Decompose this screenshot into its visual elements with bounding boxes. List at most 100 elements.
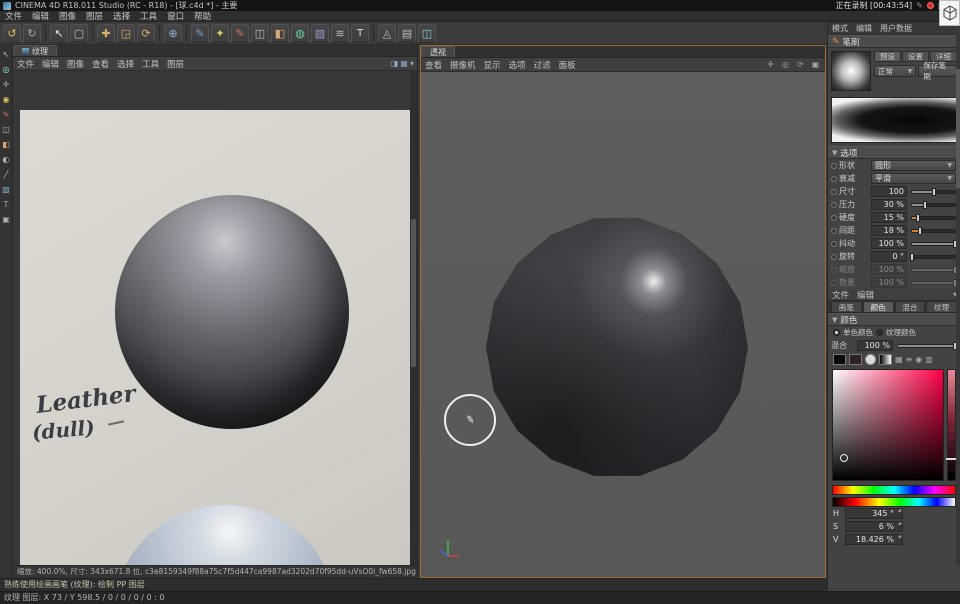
redo-icon[interactable] <box>23 24 41 43</box>
color-menu-edit[interactable]: 编辑 <box>853 289 878 301</box>
saturation-value-stepper[interactable]: 6 % <box>845 521 903 532</box>
vp-menu-display[interactable]: 显示 <box>480 59 505 71</box>
vp-menu-view[interactable]: 查看 <box>421 59 446 71</box>
tab-brush[interactable]: 画笔 <box>831 301 862 312</box>
pressure-value[interactable]: 30 % <box>871 199 907 210</box>
tex-menu-image[interactable]: 图像 <box>63 58 88 70</box>
tab-perspective[interactable]: 透视 <box>421 46 455 57</box>
hue-value-stepper[interactable]: 345 ° <box>845 508 903 519</box>
color-menu-file[interactable]: 文件 <box>828 289 853 301</box>
record-icon[interactable] <box>927 2 934 9</box>
keyframe-dot-icon[interactable] <box>831 215 837 221</box>
menu-window[interactable]: 窗口 <box>162 10 189 22</box>
rail-zoom-icon[interactable] <box>0 62 12 77</box>
rotation-slider[interactable] <box>911 255 956 259</box>
tex-grid-icon[interactable]: ▦ <box>400 59 408 68</box>
rail-fill-icon[interactable] <box>0 182 12 197</box>
keyframe-dot-icon[interactable] <box>831 254 837 260</box>
coordinate-system-icon[interactable] <box>164 24 182 43</box>
rail-eraser-icon[interactable] <box>0 137 12 152</box>
blend-mode-dropdown[interactable]: 正常 ▼ <box>874 65 916 77</box>
texture-vertical-scrollbar[interactable] <box>410 71 417 565</box>
menu-image[interactable]: 图像 <box>54 10 81 22</box>
tab-color[interactable]: 颜色 <box>863 301 894 312</box>
tab-texture-color[interactable]: 纹理 <box>926 301 957 312</box>
tab-mode[interactable]: 模式 <box>828 23 852 34</box>
rotate-tool-icon[interactable] <box>137 24 155 43</box>
menu-tools[interactable]: 工具 <box>135 10 162 22</box>
picker-cursor[interactable] <box>840 454 848 462</box>
picker-view-icon[interactable]: ◉ <box>915 355 922 364</box>
viewport-canvas[interactable] <box>421 72 825 577</box>
color-section-header[interactable]: ▼ 颜色 <box>828 313 960 326</box>
rail-pan-icon[interactable] <box>0 77 12 92</box>
falloff-dropdown[interactable]: 平滑▼ <box>871 173 956 184</box>
options-section-header[interactable]: ▼ 选项 <box>828 146 960 159</box>
tex-menu-select[interactable]: 选择 <box>113 58 138 70</box>
gradient-swatch-icon[interactable] <box>879 354 892 365</box>
brush-section-header[interactable]: ✎ 笔刷 <box>828 35 960 48</box>
tex-menu-edit[interactable]: 编辑 <box>38 58 63 70</box>
menu-select[interactable]: 选择 <box>108 10 135 22</box>
spacing-slider[interactable] <box>911 229 956 233</box>
menu-edit[interactable]: 编辑 <box>27 10 54 22</box>
vp-menu-filter[interactable]: 过滤 <box>530 59 555 71</box>
mirror-tool-icon[interactable] <box>418 24 436 43</box>
color-wheel-icon[interactable] <box>865 354 876 365</box>
sphere-3d-object[interactable] <box>486 216 748 478</box>
reference-image[interactable]: Leather (dull) <box>20 110 411 565</box>
layers-icon[interactable] <box>398 24 416 43</box>
tab-edit[interactable]: 编辑 <box>852 23 876 34</box>
live-selection-icon[interactable] <box>50 24 68 43</box>
vp-menu-cameras[interactable]: 摄像机 <box>446 59 480 71</box>
subtab-presets[interactable]: 预设 <box>874 51 901 62</box>
value-slider-bar[interactable] <box>947 369 956 481</box>
menu-layer[interactable]: 图层 <box>81 10 108 22</box>
viewport-zoom-icon[interactable] <box>779 60 792 69</box>
viewport-maximize-icon[interactable] <box>809 60 822 69</box>
keyframe-dot-icon[interactable] <box>831 202 837 208</box>
hardness-value[interactable]: 15 % <box>871 212 907 223</box>
clone-stamp-icon[interactable] <box>251 24 269 43</box>
attributes-scrollbar[interactable] <box>956 26 960 566</box>
save-brush-button[interactable]: 保存笔刷 <box>918 65 957 77</box>
jitter-value[interactable]: 100 % <box>871 238 907 249</box>
rail-color-picker-icon[interactable] <box>0 92 12 107</box>
tex-lock-icon[interactable]: ◨ <box>391 59 399 68</box>
move-tool-icon[interactable] <box>97 24 115 43</box>
foreground-color-swatch[interactable] <box>833 354 846 365</box>
rail-dodge-icon[interactable] <box>0 152 12 167</box>
grid-view-icon[interactable]: ▦ <box>895 355 903 364</box>
value-value-stepper[interactable]: 18.426 % <box>845 534 903 545</box>
saturation-value-picker[interactable] <box>832 369 944 481</box>
shape-dropdown[interactable]: 圆形▼ <box>871 160 956 171</box>
rect-selection-icon[interactable] <box>70 24 88 43</box>
spacing-value[interactable]: 18 % <box>871 225 907 236</box>
tex-menu-tools[interactable]: 工具 <box>138 58 163 70</box>
screen-pick-icon[interactable]: ▥ <box>925 355 933 364</box>
rail-select-icon[interactable] <box>0 47 12 62</box>
tex-menu-layer[interactable]: 图层 <box>163 58 188 70</box>
vp-menu-panel[interactable]: 面板 <box>555 59 580 71</box>
magic-wand-icon[interactable] <box>211 24 229 43</box>
rail-clone-icon[interactable] <box>0 122 12 137</box>
background-color-swatch[interactable] <box>849 354 862 365</box>
tex-options-icon[interactable]: ▾ <box>410 59 414 68</box>
keyframe-dot-icon[interactable] <box>831 228 837 234</box>
blend-slider[interactable] <box>897 344 956 348</box>
polygon-tool-icon[interactable] <box>378 24 396 43</box>
cube-object-popup[interactable] <box>939 0 960 26</box>
brush-tip-thumbnail[interactable] <box>831 51 871 91</box>
menu-file[interactable]: 文件 <box>0 10 27 22</box>
rail-mask-icon[interactable] <box>0 212 12 227</box>
blend-value[interactable]: 100 % <box>857 340 893 351</box>
hue-spectrum-bar[interactable] <box>832 485 956 495</box>
tab-userdata[interactable]: 用户数据 <box>876 23 916 34</box>
rail-text-icon[interactable] <box>0 197 12 212</box>
pen-tool-icon[interactable] <box>191 24 209 43</box>
paint-brush-icon[interactable] <box>231 24 249 43</box>
pen-icon[interactable]: ✎ <box>916 1 923 10</box>
menu-help[interactable]: 帮助 <box>189 10 216 22</box>
fill-bucket-icon[interactable] <box>291 24 309 43</box>
smudge-tool-icon[interactable] <box>331 24 349 43</box>
